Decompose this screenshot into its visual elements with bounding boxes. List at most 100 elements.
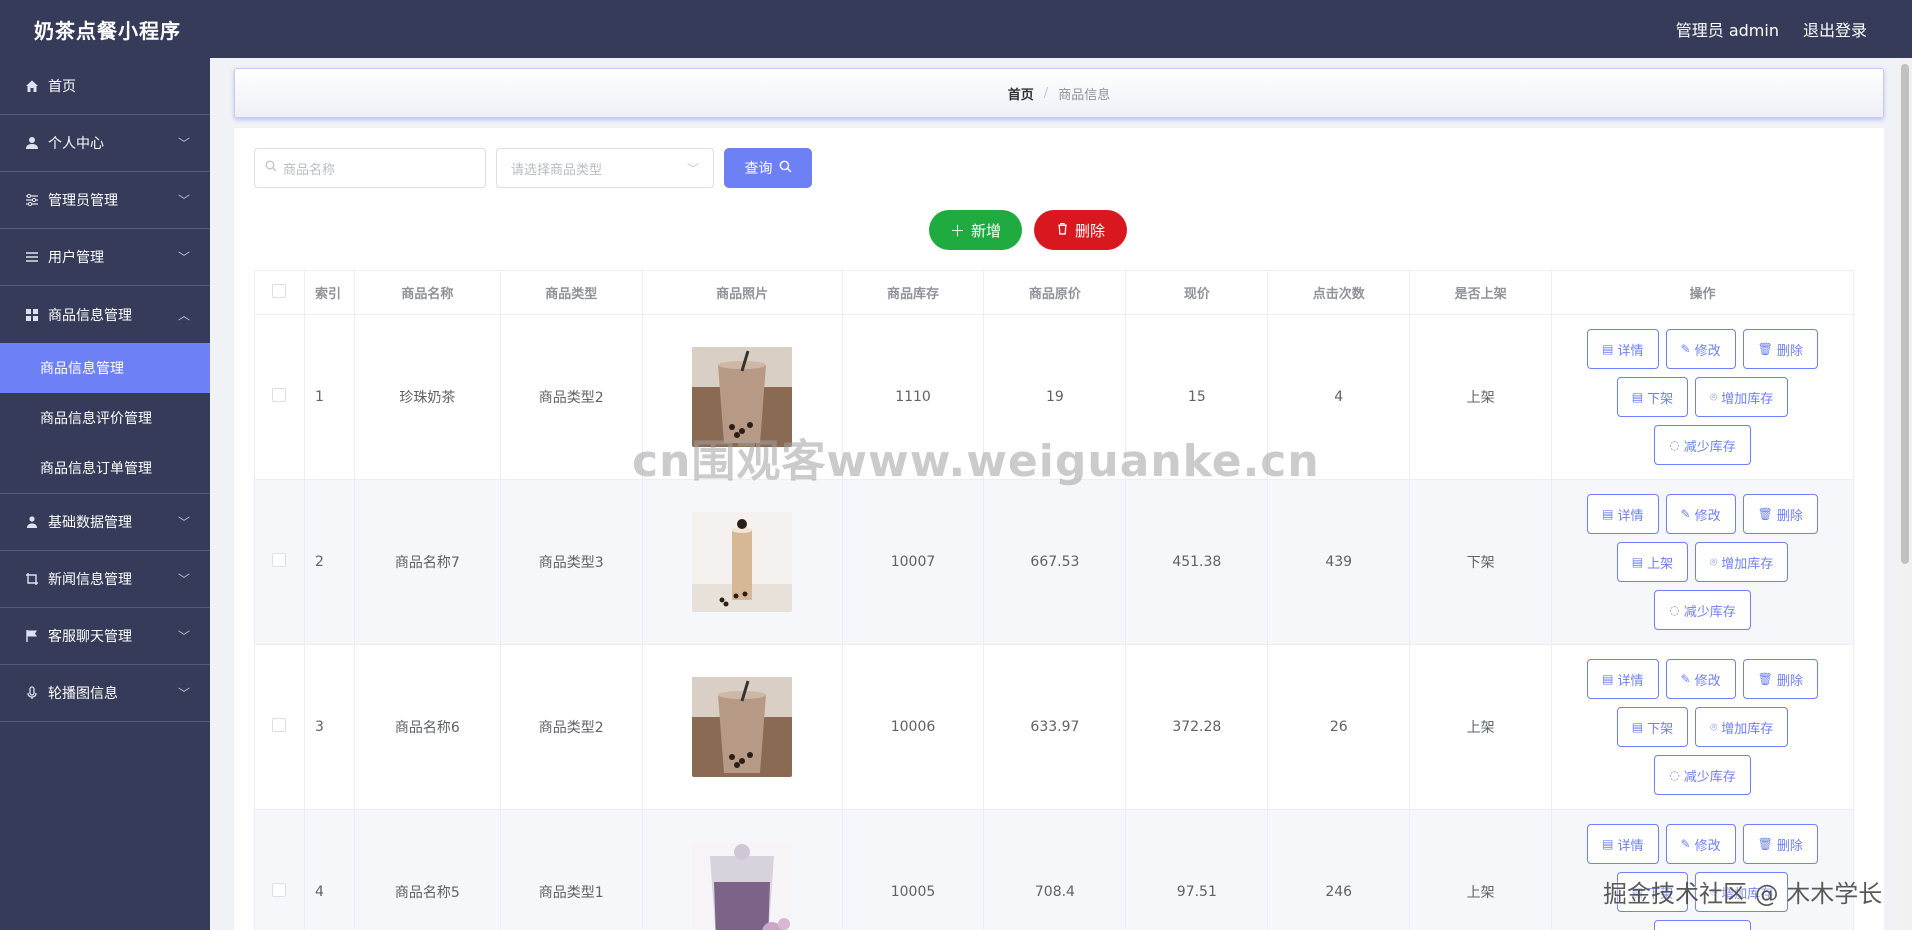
product-type-select[interactable]: 请选择商品类型 ﹀ <box>496 148 714 188</box>
select-all-checkbox[interactable] <box>272 283 287 298</box>
row-checkbox[interactable] <box>272 718 287 732</box>
row-stock: 10007 <box>841 479 985 645</box>
reduce-stock-button[interactable]: ◌减少库存 <box>1654 755 1751 795</box>
sidebar-item-home[interactable]: 首页 <box>0 58 210 115</box>
col-header-original-price: 商品原价 <box>983 270 1127 315</box>
col-header-index: 索引 <box>303 270 355 315</box>
row-name: 商品名称6 <box>353 644 501 810</box>
row-status: 上架 <box>1409 809 1553 930</box>
sidebar-item-label: 客服聊天管理 <box>48 629 132 645</box>
document-icon: ▤ <box>1602 507 1614 521</box>
submenu-item-product-reviews[interactable]: 商品信息评价管理 <box>0 393 210 443</box>
submenu-item-product-orders[interactable]: 商品信息订单管理 <box>0 443 210 493</box>
row-checkbox[interactable] <box>272 883 287 897</box>
sidebar-item-label: 基础数据管理 <box>48 515 132 531</box>
table-header-row: 索引 商品名称 商品类型 商品照片 商品库存 商品原价 现价 点击次数 是否上架… <box>254 270 1854 315</box>
add-button[interactable]: ＋ 新增 <box>929 210 1022 250</box>
query-button[interactable]: 查询 <box>724 148 812 188</box>
product-photo-taro-tea[interactable] <box>692 842 793 930</box>
add-stock-button[interactable]: ⌾ 增加库存 <box>1695 707 1789 747</box>
location-icon: ⌾ <box>1710 719 1718 734</box>
page-scrollbar[interactable] <box>1898 58 1912 930</box>
delete-button[interactable]: 🗑 删除 <box>1742 659 1818 699</box>
detail-button[interactable]: ▤ 详情 <box>1587 494 1659 534</box>
sidebar-item-label: 用户管理 <box>48 250 104 266</box>
add-label: 新增 <box>971 221 1002 240</box>
product-photo-milk-tea[interactable] <box>692 677 793 777</box>
toggle-shelf-button[interactable]: ▤ 下架 <box>1616 377 1689 417</box>
sidebar-item-label: 首页 <box>48 79 76 95</box>
row-select-cell <box>254 314 305 480</box>
sidebar-item-label: 轮播图信息 <box>48 686 118 702</box>
sidebar-item-label: 新闻信息管理 <box>48 572 132 588</box>
sidebar-item-users[interactable]: 用户管理 ﹀ <box>0 229 210 286</box>
row-photo-cell <box>641 644 843 810</box>
row-type: 商品类型2 <box>499 644 643 810</box>
reduce-stock-button[interactable]: ◌减少库存 <box>1654 920 1751 930</box>
row-index: 4 <box>303 809 355 930</box>
table-row: 2 商品名称7 商品类型3 10007 667.53 451.38 439 下架… <box>254 479 1854 645</box>
toggle-shelf-label: 下架 <box>1647 721 1674 737</box>
row-clicks: 439 <box>1267 479 1411 645</box>
plus-icon: ＋ <box>949 221 965 240</box>
center-watermark: cn围观客www.weiguanke.cn <box>632 436 1320 487</box>
logout-link[interactable]: 退出登录 <box>1803 17 1867 41</box>
delete-button[interactable]: 🗑 删除 <box>1742 329 1818 369</box>
trash-icon <box>1056 221 1069 239</box>
edit-button[interactable]: ✎ 修改 <box>1665 329 1736 369</box>
delete-label: 删除 <box>1074 221 1105 240</box>
person-icon <box>24 514 40 530</box>
add-stock-button[interactable]: ⌾ 增加库存 <box>1695 377 1789 417</box>
reduce-stock-label: 减少库存 <box>1683 604 1736 620</box>
row-operations: ▤详情 ✎修改 🗑删除 ▤下架 ⌾增加库存 ◌减少库存 <box>1551 809 1854 930</box>
product-photo-tall-tea[interactable] <box>692 512 793 612</box>
detail-button[interactable]: ▤ 详情 <box>1587 329 1659 369</box>
reduce-stock-button[interactable]: ◌减少库存 <box>1654 425 1751 465</box>
toggle-shelf-label: 上架 <box>1647 556 1674 572</box>
breadcrumb-current: 商品信息 <box>1058 87 1111 103</box>
grid-icon <box>24 307 40 323</box>
batch-delete-button[interactable]: 删除 <box>1034 210 1127 250</box>
breadcrumb-home[interactable]: 首页 <box>1008 84 1034 103</box>
top-header: 奶茶点餐小程序 管理员 admin 退出登录 <box>0 0 1912 58</box>
bulb-icon: ◌ <box>1669 603 1680 617</box>
sidebar-item-base-data[interactable]: 基础数据管理 ﹀ <box>0 494 210 551</box>
pencil-icon: ✎ <box>1680 672 1691 686</box>
delete-button[interactable]: 🗑 删除 <box>1742 494 1818 534</box>
admin-label[interactable]: 管理员 admin <box>1676 17 1779 41</box>
delete-button[interactable]: 🗑 删除 <box>1742 824 1818 864</box>
col-header-name: 商品名称 <box>353 270 501 315</box>
reduce-stock-button[interactable]: ◌减少库存 <box>1654 590 1751 630</box>
sidebar-item-products[interactable]: 商品信息管理 ︿ <box>0 286 210 343</box>
add-stock-button[interactable]: ⌾ 增加库存 <box>1695 542 1789 582</box>
delete-label: 删除 <box>1776 343 1803 359</box>
sidebar-item-chat[interactable]: 客服聊天管理 ﹀ <box>0 608 210 665</box>
sidebar-item-news[interactable]: 新闻信息管理 ﹀ <box>0 551 210 608</box>
sidebar-item-profile[interactable]: 个人中心 ﹀ <box>0 115 210 172</box>
sidebar-item-carousel[interactable]: 轮播图信息 ﹀ <box>0 665 210 722</box>
col-header-type: 商品类型 <box>499 270 643 315</box>
scrollbar-thumb[interactable] <box>1901 64 1909 564</box>
sidebar-item-label: 管理员管理 <box>48 193 118 209</box>
chevron-down-icon: ﹀ <box>177 193 190 208</box>
reduce-stock-label: 减少库存 <box>1683 439 1736 455</box>
toggle-shelf-button[interactable]: ▤ 上架 <box>1616 542 1689 582</box>
submenu-item-product-info[interactable]: 商品信息管理 <box>0 343 210 393</box>
detail-button[interactable]: ▤ 详情 <box>1587 824 1659 864</box>
row-checkbox[interactable] <box>272 553 287 567</box>
row-original-price: 667.53 <box>983 479 1127 645</box>
product-name-placeholder: 商品名称 <box>283 162 336 178</box>
product-name-input[interactable]: 商品名称 <box>254 148 486 188</box>
bulb-icon: ◌ <box>1669 768 1680 782</box>
toggle-shelf-button[interactable]: ▤ 下架 <box>1616 707 1689 747</box>
detail-button[interactable]: ▤ 详情 <box>1587 659 1659 699</box>
document-icon: ▤ <box>1631 390 1644 404</box>
edit-button[interactable]: ✎ 修改 <box>1665 494 1736 534</box>
edit-button[interactable]: ✎ 修改 <box>1665 659 1736 699</box>
sidebar-item-admin[interactable]: 管理员管理 ﹀ <box>0 172 210 229</box>
row-checkbox[interactable] <box>272 388 287 402</box>
sidebar-item-label: 商品信息管理 <box>48 307 132 324</box>
edit-button[interactable]: ✎ 修改 <box>1665 824 1736 864</box>
add-stock-label: 增加库存 <box>1721 721 1774 737</box>
trash-icon: 🗑 <box>1757 507 1773 521</box>
